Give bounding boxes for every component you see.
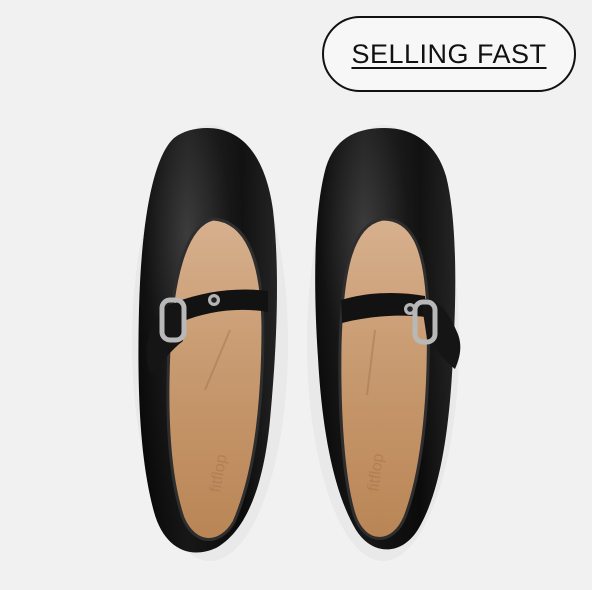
badge-label: SELLING FAST <box>351 38 547 69</box>
product-card[interactable]: fitflop fitflop SELLING FAST <box>0 0 592 590</box>
left-shoe: fitflop <box>138 128 277 553</box>
selling-fast-badge[interactable]: SELLING FAST <box>322 16 576 92</box>
